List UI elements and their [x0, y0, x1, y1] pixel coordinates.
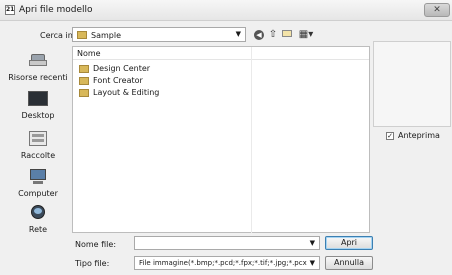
folder-icon: [79, 77, 89, 85]
file-name-input[interactable]: ▼: [134, 236, 320, 250]
open-file-dialog: 21 Apri file modello ✕ Cerca in: Sample …: [0, 0, 452, 275]
place-desktop[interactable]: Desktop: [4, 90, 72, 120]
place-label: Rete: [28, 225, 48, 234]
folder-icon: [79, 89, 89, 97]
folder-icon: [79, 65, 89, 73]
look-in-label: Cerca in:: [40, 31, 76, 40]
up-folder-button[interactable]: ⇧: [266, 27, 280, 42]
place-label: Risorse recenti: [8, 73, 68, 82]
place-label: Computer: [18, 189, 58, 198]
app-icon: 21: [5, 5, 15, 15]
file-type-value: File immagine(*.bmp;*.pcd;*.fpx;*.tif;*.…: [139, 259, 307, 267]
up-folder-icon: ⇧: [268, 29, 278, 40]
back-button[interactable]: ◀: [252, 27, 266, 42]
cancel-button[interactable]: Annulla: [325, 256, 373, 270]
new-folder-icon: [282, 30, 292, 37]
file-name: Design Center: [93, 64, 151, 73]
new-folder-button[interactable]: [280, 27, 294, 42]
places-bar: Risorse recenti Desktop Raccolte Compute…: [4, 44, 72, 250]
chevron-down-icon: ▼: [235, 30, 241, 38]
file-name: Font Creator: [93, 76, 143, 85]
preview-pane: [373, 41, 451, 127]
network-icon: [27, 204, 49, 222]
folder-icon: [77, 31, 87, 39]
file-list[interactable]: Nome Design Center Font Creator Layout &…: [72, 46, 370, 233]
file-type-label: Tipo file:: [75, 259, 110, 268]
look-in-value: Sample: [91, 31, 121, 40]
file-type-dropdown[interactable]: File immagine(*.bmp;*.pcd;*.fpx;*.tif;*.…: [134, 256, 320, 270]
place-libraries[interactable]: Raccolte: [4, 130, 72, 160]
recent-places-icon: [27, 52, 49, 70]
file-name-label: Nome file:: [75, 240, 117, 249]
chevron-down-icon: ▼: [309, 239, 315, 247]
close-icon: ✕: [433, 5, 441, 15]
column-header-name[interactable]: Nome: [73, 47, 369, 60]
column-divider: [251, 47, 252, 233]
place-label: Raccolte: [20, 151, 56, 160]
preview-checkbox[interactable]: ✓: [386, 132, 394, 140]
place-label: Desktop: [21, 111, 55, 120]
open-button[interactable]: Apri: [325, 236, 373, 250]
close-button[interactable]: ✕: [424, 3, 450, 17]
chevron-down-icon: ▼: [309, 259, 315, 267]
look-in-dropdown[interactable]: Sample ▼: [72, 27, 246, 42]
desktop-icon: [27, 90, 49, 108]
title-bar: 21 Apri file modello ✕: [0, 0, 452, 21]
file-name: Layout & Editing: [93, 88, 160, 97]
back-arrow-icon: ◀: [254, 30, 264, 40]
preview-label: Anteprima: [398, 131, 440, 140]
view-menu-button[interactable]: ▦▾: [296, 27, 316, 42]
view-menu-icon: ▦▾: [298, 29, 314, 40]
computer-icon: [27, 168, 49, 186]
place-recent[interactable]: Risorse recenti: [4, 52, 72, 82]
column-name-label: Nome: [77, 49, 101, 58]
place-computer[interactable]: Computer: [4, 168, 72, 198]
place-network[interactable]: Rete: [4, 204, 72, 234]
libraries-icon: [27, 130, 49, 148]
window-title: Apri file modello: [19, 5, 93, 15]
